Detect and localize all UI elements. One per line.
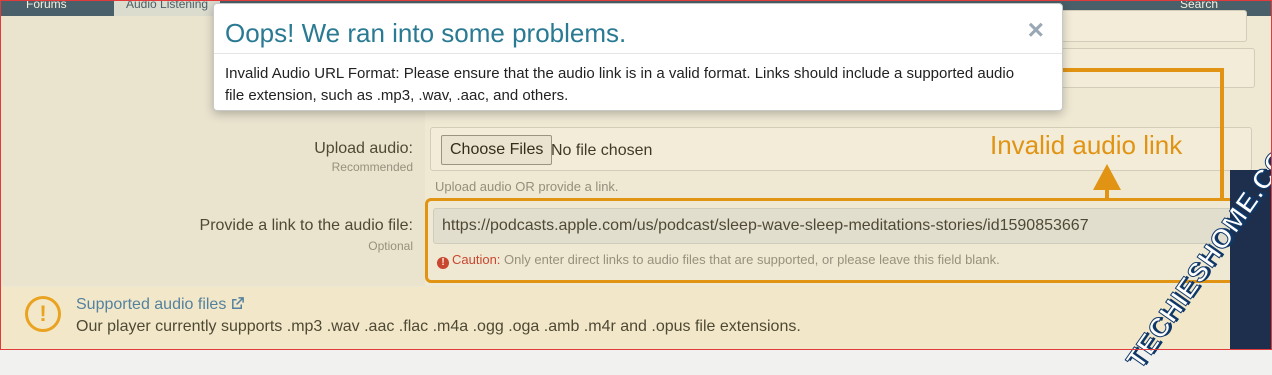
modal-title: Oops! We ran into some problems. <box>225 18 627 48</box>
modal-message: Invalid Audio URL Format: Please ensure … <box>225 65 1015 104</box>
error-modal: Oops! We ran into some problems. × Inval… <box>213 3 1063 111</box>
close-icon[interactable]: × <box>1028 14 1044 46</box>
modal-divider <box>214 53 1062 54</box>
arrow-up-head <box>1093 164 1121 190</box>
arrow-to-modal-line <box>1050 68 1224 198</box>
